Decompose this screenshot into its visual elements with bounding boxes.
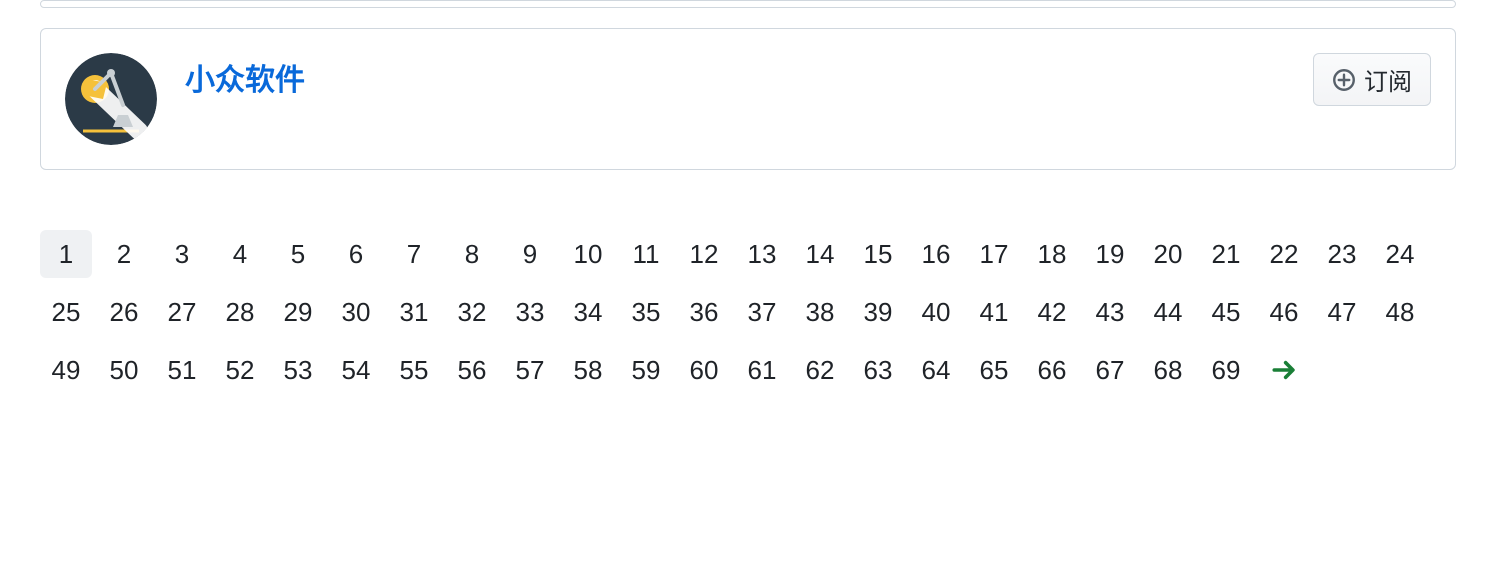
page-link-2[interactable]: 2 xyxy=(98,230,150,278)
page-link-22[interactable]: 22 xyxy=(1258,230,1310,278)
page-link-36[interactable]: 36 xyxy=(678,288,730,336)
page-link-68[interactable]: 68 xyxy=(1142,346,1194,394)
subscribe-button[interactable]: 订阅 xyxy=(1313,53,1431,106)
page-link-26[interactable]: 26 xyxy=(98,288,150,336)
page-link-62[interactable]: 62 xyxy=(794,346,846,394)
page-link-45[interactable]: 45 xyxy=(1200,288,1252,336)
next-page-link[interactable] xyxy=(1258,346,1310,394)
page-link-21[interactable]: 21 xyxy=(1200,230,1252,278)
page-link-18[interactable]: 18 xyxy=(1026,230,1078,278)
feed-avatar xyxy=(65,53,157,145)
page-link-69[interactable]: 69 xyxy=(1200,346,1252,394)
page-link-57[interactable]: 57 xyxy=(504,346,556,394)
page-link-27[interactable]: 27 xyxy=(156,288,208,336)
page-link-44[interactable]: 44 xyxy=(1142,288,1194,336)
page-link-25[interactable]: 25 xyxy=(40,288,92,336)
page-link-4[interactable]: 4 xyxy=(214,230,266,278)
page-link-32[interactable]: 32 xyxy=(446,288,498,336)
page-link-35[interactable]: 35 xyxy=(620,288,672,336)
page-link-43[interactable]: 43 xyxy=(1084,288,1136,336)
page-link-30[interactable]: 30 xyxy=(330,288,382,336)
page-link-7[interactable]: 7 xyxy=(388,230,440,278)
page-link-16[interactable]: 16 xyxy=(910,230,962,278)
page-link-37[interactable]: 37 xyxy=(736,288,788,336)
page-link-10[interactable]: 10 xyxy=(562,230,614,278)
page-link-28[interactable]: 28 xyxy=(214,288,266,336)
page-link-41[interactable]: 41 xyxy=(968,288,1020,336)
page-link-60[interactable]: 60 xyxy=(678,346,730,394)
page-link-24[interactable]: 24 xyxy=(1374,230,1426,278)
page-link-9[interactable]: 9 xyxy=(504,230,556,278)
page-link-19[interactable]: 19 xyxy=(1084,230,1136,278)
page-link-1: 1 xyxy=(40,230,92,278)
page-link-47[interactable]: 47 xyxy=(1316,288,1368,336)
page-link-40[interactable]: 40 xyxy=(910,288,962,336)
page-link-17[interactable]: 17 xyxy=(968,230,1020,278)
page-link-29[interactable]: 29 xyxy=(272,288,324,336)
page-link-23[interactable]: 23 xyxy=(1316,230,1368,278)
page-link-54[interactable]: 54 xyxy=(330,346,382,394)
page-link-5[interactable]: 5 xyxy=(272,230,324,278)
page-link-48[interactable]: 48 xyxy=(1374,288,1426,336)
page-link-53[interactable]: 53 xyxy=(272,346,324,394)
page-link-20[interactable]: 20 xyxy=(1142,230,1194,278)
previous-card-edge xyxy=(40,0,1456,8)
page-link-50[interactable]: 50 xyxy=(98,346,150,394)
page-link-55[interactable]: 55 xyxy=(388,346,440,394)
page-link-13[interactable]: 13 xyxy=(736,230,788,278)
page-link-56[interactable]: 56 xyxy=(446,346,498,394)
page-link-12[interactable]: 12 xyxy=(678,230,730,278)
page-link-6[interactable]: 6 xyxy=(330,230,382,278)
page-link-38[interactable]: 38 xyxy=(794,288,846,336)
subscribe-button-label: 订阅 xyxy=(1364,62,1412,97)
page-link-42[interactable]: 42 xyxy=(1026,288,1078,336)
page-link-3[interactable]: 3 xyxy=(156,230,208,278)
page-link-46[interactable]: 46 xyxy=(1258,288,1310,336)
page-link-31[interactable]: 31 xyxy=(388,288,440,336)
page-link-11[interactable]: 11 xyxy=(620,230,672,278)
page-link-33[interactable]: 33 xyxy=(504,288,556,336)
pagination: 1234567891011121314151617181920212223242… xyxy=(40,230,1456,394)
page-link-34[interactable]: 34 xyxy=(562,288,614,336)
page-link-64[interactable]: 64 xyxy=(910,346,962,394)
page-link-66[interactable]: 66 xyxy=(1026,346,1078,394)
page-link-39[interactable]: 39 xyxy=(852,288,904,336)
arrow-right-icon xyxy=(1271,357,1297,383)
page-link-65[interactable]: 65 xyxy=(968,346,1020,394)
page-link-14[interactable]: 14 xyxy=(794,230,846,278)
page-link-61[interactable]: 61 xyxy=(736,346,788,394)
page-link-15[interactable]: 15 xyxy=(852,230,904,278)
feed-title-link[interactable]: 小众软件 xyxy=(185,63,305,99)
feed-card: 小众软件 订阅 xyxy=(40,28,1456,170)
page-link-52[interactable]: 52 xyxy=(214,346,266,394)
page-link-63[interactable]: 63 xyxy=(852,346,904,394)
plus-circle-icon xyxy=(1332,68,1356,92)
page-link-49[interactable]: 49 xyxy=(40,346,92,394)
page-link-58[interactable]: 58 xyxy=(562,346,614,394)
page-link-67[interactable]: 67 xyxy=(1084,346,1136,394)
page-link-51[interactable]: 51 xyxy=(156,346,208,394)
page-link-8[interactable]: 8 xyxy=(446,230,498,278)
page-link-59[interactable]: 59 xyxy=(620,346,672,394)
